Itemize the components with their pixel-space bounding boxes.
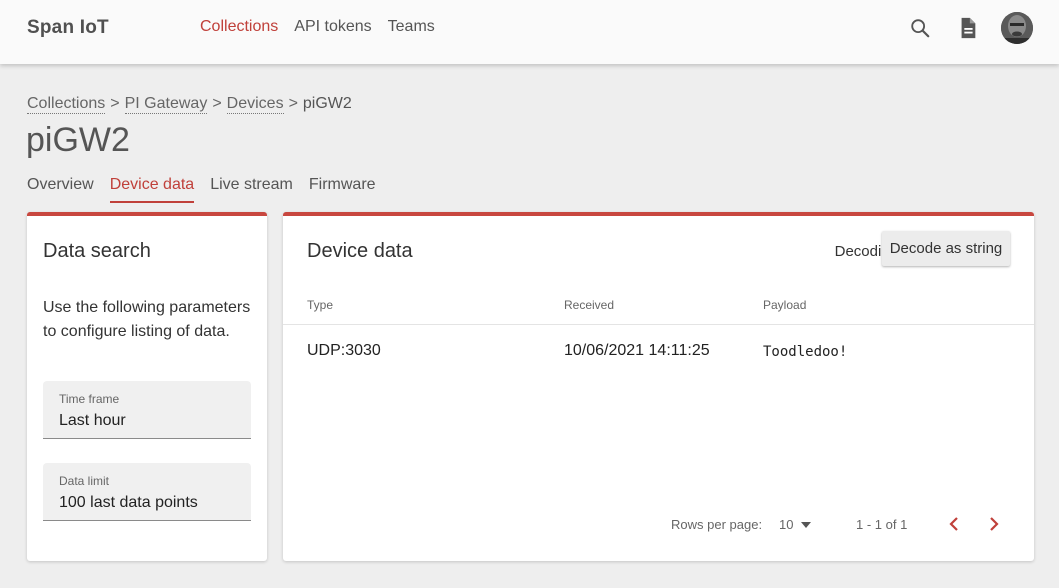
column-header-type[interactable]: Type: [307, 298, 333, 312]
breadcrumb-separator: >: [288, 95, 298, 112]
breadcrumb: Collections > PI Gateway > Devices > piG…: [27, 95, 352, 114]
document-icon[interactable]: [953, 13, 983, 43]
caret-down-icon: [801, 521, 812, 528]
next-page-button[interactable]: [982, 512, 1006, 536]
nav-teams[interactable]: Teams: [388, 18, 435, 36]
previous-page-button[interactable]: [942, 512, 966, 536]
data-limit-label: Data limit: [59, 474, 110, 488]
rows-per-page-value: 10: [779, 517, 794, 532]
rows-per-page-select[interactable]: 10: [779, 517, 812, 532]
data-search-card: Data search Use the following parameters…: [27, 212, 267, 561]
time-frame-select[interactable]: Time frame Last hour: [43, 381, 251, 439]
nav-api-tokens[interactable]: API tokens: [294, 18, 371, 36]
breadcrumb-separator: >: [110, 95, 120, 112]
data-search-title: Data search: [43, 240, 151, 262]
device-tabs: Overview Device data Live stream Firmwar…: [27, 176, 376, 203]
breadcrumb-pi-gateway[interactable]: PI Gateway: [124, 95, 208, 114]
tab-device-data[interactable]: Device data: [109, 176, 195, 203]
brand-title[interactable]: Span IoT: [27, 17, 109, 39]
tab-firmware[interactable]: Firmware: [309, 176, 376, 203]
column-header-payload[interactable]: Payload: [763, 298, 806, 312]
cell-received: 10/06/2021 14:11:25: [564, 342, 710, 359]
nav-collections[interactable]: Collections: [200, 18, 278, 36]
data-limit-select[interactable]: Data limit 100 last data points: [43, 463, 251, 521]
pagination-range: 1 - 1 of 1: [856, 517, 908, 532]
main-nav: Collections API tokens Teams: [200, 18, 435, 36]
device-data-card: Device data Decoding Decode as string Ty…: [283, 212, 1034, 561]
page-title: piGW2: [26, 121, 130, 159]
chevron-right-icon: [990, 517, 999, 531]
search-icon[interactable]: [905, 13, 935, 43]
breadcrumb-current: piGW2: [302, 95, 352, 112]
table-pagination: Rows per page: 10 1 - 1 of 1: [283, 512, 1034, 536]
rows-per-page-label: Rows per page:: [671, 517, 763, 532]
top-actions: [905, 12, 1033, 44]
time-frame-value: Last hour: [59, 412, 126, 429]
tab-overview[interactable]: Overview: [27, 176, 94, 203]
breadcrumb-devices[interactable]: Devices: [226, 95, 284, 114]
table-row[interactable]: UDP:3030 10/06/2021 14:11:25 Toodledoo!: [283, 325, 1034, 377]
column-header-received[interactable]: Received: [564, 298, 614, 312]
data-search-description: Use the following parameters to configur…: [43, 299, 251, 340]
data-limit-value: 100 last data points: [59, 494, 198, 511]
breadcrumb-collections[interactable]: Collections: [27, 95, 106, 114]
top-app-bar: Span IoT Collections API tokens Teams: [0, 0, 1059, 64]
device-data-title: Device data: [307, 240, 413, 262]
avatar[interactable]: [1001, 12, 1033, 44]
tab-live-stream[interactable]: Live stream: [210, 176, 293, 203]
breadcrumb-separator: >: [212, 95, 222, 112]
chevron-left-icon: [949, 517, 958, 531]
cell-type: UDP:3030: [307, 342, 381, 359]
decode-as-string-button[interactable]: Decode as string: [882, 231, 1010, 266]
cell-payload: Toodledoo!: [763, 344, 848, 360]
time-frame-label: Time frame: [59, 392, 120, 406]
